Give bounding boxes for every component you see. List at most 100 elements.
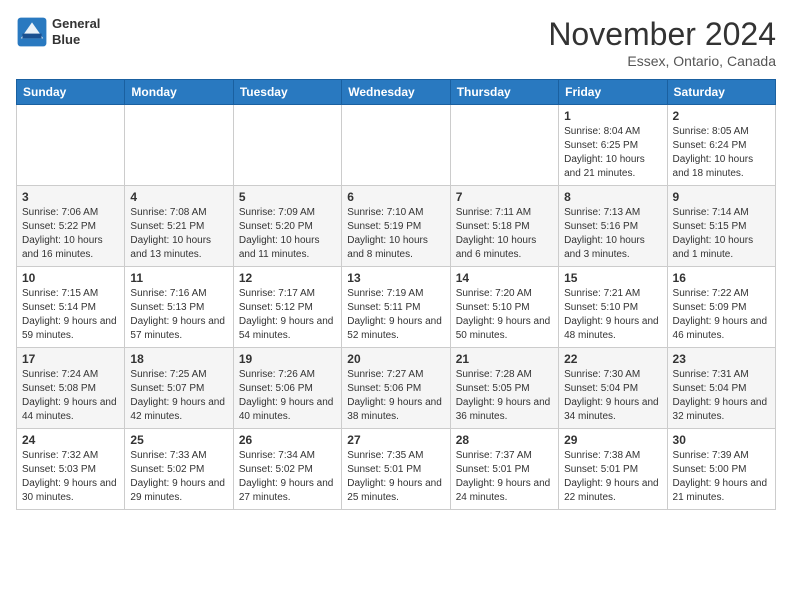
day-number: 16 [673, 271, 770, 285]
calendar-cell: 27Sunrise: 7:35 AM Sunset: 5:01 PM Dayli… [342, 429, 450, 510]
calendar-cell: 10 Sunrise: 7:15 AM Sunset: 5:14 PM Dayli… [17, 267, 125, 348]
calendar-week-row: 1 Sunrise: 8:04 AM Sunset: 6:25 PM Daylig… [17, 105, 776, 186]
calendar-cell: 16 Sunrise: 7:22 AM Sunset: 5:09 PM Dayli… [667, 267, 775, 348]
location: Essex, Ontario, Canada [548, 53, 776, 69]
day-number: 15 [564, 271, 661, 285]
calendar-cell: 2 Sunrise: 8:05 AM Sunset: 6:24 PM Daylig… [667, 105, 775, 186]
day-number: 13 [347, 271, 444, 285]
day-info: Sunrise: 7:08 AM Sunset: 5:21 PM Dayligh… [130, 206, 227, 262]
calendar-cell [450, 105, 558, 186]
calendar-cell: 4 Sunrise: 7:08 AM Sunset: 5:21 PM Daylig… [125, 186, 233, 267]
day-number: 21 [456, 352, 553, 366]
day-info: Sunrise: 7:15 AM Sunset: 5:14 PM Dayligh… [22, 287, 119, 343]
logo: General Blue [16, 16, 100, 48]
calendar-cell: 7 Sunrise: 7:11 AM Sunset: 5:18 PM Daylig… [450, 186, 558, 267]
day-info: Sunrise: 7:27 AM Sunset: 5:06 PM Dayligh… [347, 368, 444, 424]
day-number: 10 [22, 271, 119, 285]
calendar-cell: 11 Sunrise: 7:16 AM Sunset: 5:13 PM Dayli… [125, 267, 233, 348]
day-info: Sunrise: 7:32 AM Sunset: 5:03 PM Dayligh… [22, 449, 119, 505]
day-number: 29 [564, 433, 661, 447]
day-info: Sunrise: 7:25 AM Sunset: 5:07 PM Dayligh… [130, 368, 227, 424]
day-info: Sunrise: 7:16 AM Sunset: 5:13 PM Dayligh… [130, 287, 227, 343]
calendar-cell: 22Sunrise: 7:30 AM Sunset: 5:04 PM Dayli… [559, 348, 667, 429]
day-number: 25 [130, 433, 227, 447]
logo-text: General Blue [52, 16, 100, 47]
day-number: 5 [239, 190, 336, 204]
day-info: Sunrise: 7:24 AM Sunset: 5:08 PM Dayligh… [22, 368, 119, 424]
day-info: Sunrise: 7:30 AM Sunset: 5:04 PM Dayligh… [564, 368, 661, 424]
calendar-cell: 14 Sunrise: 7:20 AM Sunset: 5:10 PM Dayli… [450, 267, 558, 348]
calendar-cell: 30Sunrise: 7:39 AM Sunset: 5:00 PM Dayli… [667, 429, 775, 510]
day-number: 2 [673, 109, 770, 123]
title-block: November 2024 Essex, Ontario, Canada [548, 16, 776, 69]
calendar-cell: 24 Sunrise: 7:32 AM Sunset: 5:03 PM Dayli… [17, 429, 125, 510]
calendar-cell: 23 Sunrise: 7:31 AM Sunset: 5:04 PM Dayli… [667, 348, 775, 429]
calendar-week-row: 17 Sunrise: 7:24 AM Sunset: 5:08 PM Dayli… [17, 348, 776, 429]
calendar-cell [342, 105, 450, 186]
weekday-header: Sunday [17, 80, 125, 105]
calendar-cell [233, 105, 341, 186]
calendar-cell: 25 Sunrise: 7:33 AM Sunset: 5:02 PM Dayli… [125, 429, 233, 510]
logo-icon [16, 16, 48, 48]
day-number: 28 [456, 433, 553, 447]
day-number: 4 [130, 190, 227, 204]
calendar-cell: 9 Sunrise: 7:14 AM Sunset: 5:15 PM Daylig… [667, 186, 775, 267]
calendar-cell: 3 Sunrise: 7:06 AM Sunset: 5:22 PM Daylig… [17, 186, 125, 267]
day-info: Sunrise: 7:13 AM Sunset: 5:16 PM Dayligh… [564, 206, 661, 262]
day-info: Sunrise: 7:22 AM Sunset: 5:09 PM Dayligh… [673, 287, 770, 343]
weekday-header: Tuesday [233, 80, 341, 105]
day-info: Sunrise: 7:28 AM Sunset: 5:05 PM Dayligh… [456, 368, 553, 424]
weekday-header: Thursday [450, 80, 558, 105]
calendar-cell [125, 105, 233, 186]
day-info: Sunrise: 7:33 AM Sunset: 5:02 PM Dayligh… [130, 449, 227, 505]
weekday-header: Saturday [667, 80, 775, 105]
day-number: 24 [22, 433, 119, 447]
day-info: Sunrise: 7:06 AM Sunset: 5:22 PM Dayligh… [22, 206, 119, 262]
calendar-cell: 29 Sunrise: 7:38 AM Sunset: 5:01 PM Dayli… [559, 429, 667, 510]
calendar-cell: 12Sunrise: 7:17 AM Sunset: 5:12 PM Dayli… [233, 267, 341, 348]
day-info: Sunrise: 7:20 AM Sunset: 5:10 PM Dayligh… [456, 287, 553, 343]
day-number: 11 [130, 271, 227, 285]
calendar-cell: 6Sunrise: 7:10 AM Sunset: 5:19 PM Daylig… [342, 186, 450, 267]
weekday-header: Friday [559, 80, 667, 105]
day-info: Sunrise: 7:10 AM Sunset: 5:19 PM Dayligh… [347, 206, 444, 262]
day-number: 12 [239, 271, 336, 285]
day-number: 23 [673, 352, 770, 366]
day-info: Sunrise: 7:14 AM Sunset: 5:15 PM Dayligh… [673, 206, 770, 262]
day-info: Sunrise: 7:38 AM Sunset: 5:01 PM Dayligh… [564, 449, 661, 505]
day-info: Sunrise: 7:35 AM Sunset: 5:01 PM Dayligh… [347, 449, 444, 505]
calendar-week-row: 10 Sunrise: 7:15 AM Sunset: 5:14 PM Dayli… [17, 267, 776, 348]
day-number: 7 [456, 190, 553, 204]
month-title: November 2024 [548, 16, 776, 53]
day-number: 18 [130, 352, 227, 366]
day-number: 26 [239, 433, 336, 447]
day-info: Sunrise: 7:09 AM Sunset: 5:20 PM Dayligh… [239, 206, 336, 262]
day-number: 8 [564, 190, 661, 204]
weekday-header-row: SundayMondayTuesdayWednesdayThursdayFrid… [17, 80, 776, 105]
day-number: 1 [564, 109, 661, 123]
day-info: Sunrise: 7:11 AM Sunset: 5:18 PM Dayligh… [456, 206, 553, 262]
day-info: Sunrise: 8:04 AM Sunset: 6:25 PM Dayligh… [564, 125, 661, 181]
day-info: Sunrise: 8:05 AM Sunset: 6:24 PM Dayligh… [673, 125, 770, 181]
day-info: Sunrise: 7:31 AM Sunset: 5:04 PM Dayligh… [673, 368, 770, 424]
day-number: 9 [673, 190, 770, 204]
day-number: 3 [22, 190, 119, 204]
calendar-cell: 28Sunrise: 7:37 AM Sunset: 5:01 PM Dayli… [450, 429, 558, 510]
calendar-week-row: 24 Sunrise: 7:32 AM Sunset: 5:03 PM Dayli… [17, 429, 776, 510]
calendar-cell: 5 Sunrise: 7:09 AM Sunset: 5:20 PM Daylig… [233, 186, 341, 267]
day-number: 17 [22, 352, 119, 366]
day-info: Sunrise: 7:34 AM Sunset: 5:02 PM Dayligh… [239, 449, 336, 505]
calendar-cell: 15 Sunrise: 7:21 AM Sunset: 5:10 PM Dayli… [559, 267, 667, 348]
weekday-header: Wednesday [342, 80, 450, 105]
page-header: General Blue November 2024 Essex, Ontari… [16, 16, 776, 69]
calendar-cell: 13 Sunrise: 7:19 AM Sunset: 5:11 PM Dayli… [342, 267, 450, 348]
day-info: Sunrise: 7:19 AM Sunset: 5:11 PM Dayligh… [347, 287, 444, 343]
day-number: 20 [347, 352, 444, 366]
calendar-week-row: 3 Sunrise: 7:06 AM Sunset: 5:22 PM Daylig… [17, 186, 776, 267]
calendar-cell: 19Sunrise: 7:26 AM Sunset: 5:06 PM Dayli… [233, 348, 341, 429]
day-info: Sunrise: 7:39 AM Sunset: 5:00 PM Dayligh… [673, 449, 770, 505]
calendar-table: SundayMondayTuesdayWednesdayThursdayFrid… [16, 79, 776, 510]
day-info: Sunrise: 7:21 AM Sunset: 5:10 PM Dayligh… [564, 287, 661, 343]
calendar-cell: 20 Sunrise: 7:27 AM Sunset: 5:06 PM Dayli… [342, 348, 450, 429]
day-number: 14 [456, 271, 553, 285]
